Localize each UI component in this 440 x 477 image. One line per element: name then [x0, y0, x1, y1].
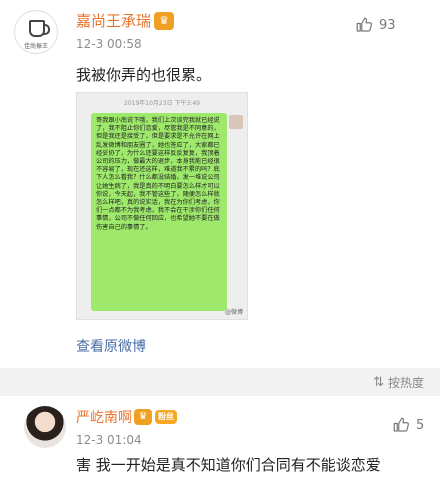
chat-avatar	[229, 115, 243, 129]
sort-by-hot-button[interactable]: ⇅ 按热度	[373, 374, 424, 391]
view-original-link[interactable]: 查看原微博	[76, 336, 146, 356]
watermark: @微博	[224, 309, 243, 316]
chat-date: 2019年10月23日 下午3:49	[124, 100, 200, 107]
thumbs-up-icon	[393, 417, 409, 432]
like-count: 5	[416, 417, 425, 433]
comment-author[interactable]: 嘉尚王承瑞	[76, 10, 151, 31]
comment-text: 我被你弄的也很累。	[76, 66, 212, 84]
avatar[interactable]: 佳尚振王	[14, 10, 58, 54]
chat-bubble: 哥我跟小南说下哦，我们上次谈完我就已经说了，我不阻止你们恋爱，尽管我是不同意的，…	[91, 113, 227, 311]
sort-icon: ⇅	[373, 375, 384, 390]
section-divider: ⇅ 按热度	[0, 368, 440, 396]
like-button[interactable]: 5	[392, 416, 424, 434]
sort-label: 按热度	[387, 376, 424, 390]
like-button[interactable]: 93	[355, 16, 396, 34]
avatar[interactable]	[24, 406, 66, 448]
comment-time: 12-3 01:04	[76, 433, 142, 447]
crown-icon: ♛	[154, 12, 174, 30]
comment-author[interactable]: 严屹南啊	[76, 407, 132, 427]
attached-screenshot[interactable]: 2019年10月23日 下午3:49 哥我跟小南说下哦，我们上次谈完我就已经说了…	[76, 92, 248, 320]
comment-time: 12-3 00:58	[76, 37, 142, 51]
crown-icon: ♛	[134, 409, 152, 425]
like-count: 93	[379, 17, 396, 33]
comment-text: 害 我一开始是真不知道你们合同有不能谈恋爱	[76, 456, 381, 474]
avatar-brand-text: 佳尚振王	[23, 43, 48, 50]
comment-item: 佳尚振王 嘉尚王承瑞 ♛ 12-3 00:58 93 我被你弄的也很累。 201…	[0, 0, 440, 370]
thumbs-up-icon	[356, 17, 372, 32]
fan-badge: 粉丝	[155, 410, 177, 424]
cup-logo-icon	[29, 20, 50, 37]
comment-item: 严屹南啊 ♛ 粉丝 12-3 01:04 5 害 我一开始是真不知道你们合同有不…	[0, 396, 440, 477]
